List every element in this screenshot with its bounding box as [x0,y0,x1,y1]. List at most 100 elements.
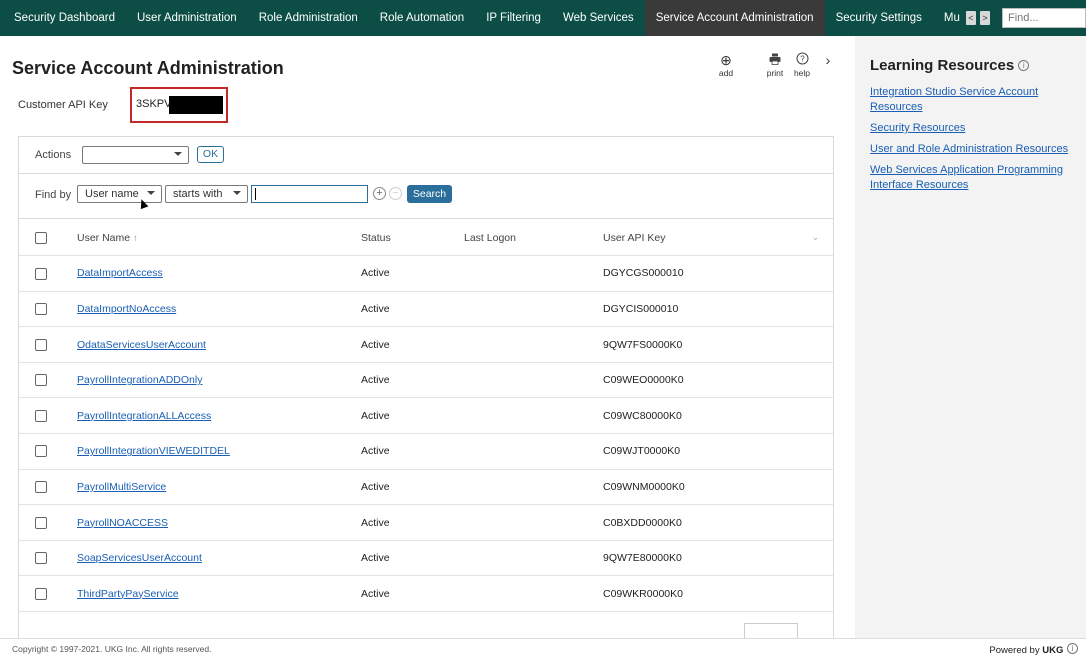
row-checkbox[interactable] [35,409,47,422]
tab-web-services[interactable]: Web Services [552,0,645,36]
user-name-link[interactable]: PayrollIntegrationVIEWEDITDEL [77,445,230,457]
learning-resources-title-text: Learning Resources [870,57,1015,74]
row-checkbox[interactable] [35,338,47,351]
nav-prev-button[interactable]: < [965,11,976,25]
tab-role-administration[interactable]: Role Administration [248,0,369,36]
row-checkbox[interactable] [35,303,47,316]
row-select-cell [19,362,57,399]
user-name-link[interactable]: OdataServicesUserAccount [77,339,206,351]
row-checkbox[interactable] [35,267,47,280]
help-button[interactable]: ? help [790,52,814,78]
user-name-cell: DataImportNoAccess [57,291,361,328]
user-name-link[interactable]: DataImportAccess [77,267,163,279]
tab-user-administration[interactable]: User Administration [126,0,248,36]
select-all-cell [19,220,57,257]
user-name-link[interactable]: PayrollIntegrationADDOnly [77,374,202,386]
user-name-link[interactable]: PayrollIntegrationALLAccess [77,410,211,422]
status-cell: Active [361,504,464,541]
column-menu-icon[interactable]: ⌄ [811,232,819,243]
col-status[interactable]: Status [361,220,464,257]
page-title: Service Account Administration [12,58,284,78]
tab-mu[interactable]: Mu [933,0,962,36]
pager-box[interactable] [744,623,798,639]
find-by-row: Find by User name starts with + − Search [19,175,833,219]
add-button[interactable]: ⊕ add [716,52,736,78]
chevron-down-icon [233,191,241,195]
nav-next-button[interactable]: > [979,11,990,25]
tab-ip-filtering[interactable]: IP Filtering [475,0,552,36]
last-logon-cell [464,540,603,577]
print-button[interactable]: print [758,52,792,78]
user-name-link[interactable]: SoapServicesUserAccount [77,552,202,564]
find-by-label: Find by [35,189,72,201]
user-name-link[interactable]: PayrollNOACCESS [77,517,168,529]
actions-select[interactable] [82,146,189,164]
col-user-name[interactable]: User Name ↑ [57,220,361,257]
last-logon-cell [464,326,603,363]
col-last-logon[interactable]: Last Logon [464,220,603,257]
powered-by-brand: UKG [1042,645,1064,656]
link-web-services-api-resources[interactable]: Web Services Application Programming Int… [870,163,1076,193]
user-name-cell: OdataServicesUserAccount [57,326,361,363]
tab-security-settings[interactable]: Security Settings [825,0,933,36]
find-input[interactable] [1001,8,1086,28]
accounts-panel: Actions OK Find by User name starts with… [18,136,834,639]
user-name-link[interactable]: ThirdPartyPayService [77,588,179,600]
row-select-cell [19,540,57,577]
tab-role-automation[interactable]: Role Automation [369,0,475,36]
col-user-api-key[interactable]: User API Key ⌄ [603,220,833,257]
printer-icon [758,52,792,68]
collapse-sidebar-button[interactable]: › [822,52,834,68]
row-checkbox[interactable] [35,552,47,565]
select-all-checkbox[interactable] [35,231,47,244]
user-api-key-cell: DGYCGS000010 [603,255,833,292]
table-row: OdataServicesUserAccount Active 9QW7FS0000… [19,326,833,363]
chevron-down-icon [174,152,182,156]
find-value-input[interactable] [251,185,368,203]
actions-label: Actions [35,149,72,161]
link-integration-studio-resources[interactable]: Integration Studio Service Account Resou… [870,85,1076,115]
info-icon[interactable]: i [1018,60,1030,71]
table-row: PayrollIntegrationVIEWEDITDEL Active C09WJ… [19,433,833,470]
add-circle-icon: ⊕ [720,52,732,68]
table-row: PayrollMultiService Active C09WNM0000K0 [19,469,833,506]
remove-criteria-icon[interactable]: − [389,187,402,200]
user-name-link[interactable]: PayrollMultiService [77,481,166,493]
row-checkbox[interactable] [35,445,47,458]
find-operator-value: starts with [173,188,223,200]
last-logon-cell [464,397,603,435]
powered-by: Powered by UKG i [989,643,1078,656]
add-criteria-icon[interactable]: + [373,187,386,200]
table-row: PayrollIntegrationADDOnly Active C09WEO000… [19,362,833,399]
last-logon-cell [464,291,603,328]
last-logon-cell [464,255,603,292]
help-label: help [793,68,811,78]
learning-resources-title: Learning Resources i [870,57,1030,74]
svg-text:?: ? [800,55,805,64]
row-checkbox[interactable] [35,516,47,529]
search-button[interactable]: Search [407,185,452,203]
user-api-key-cell: C09WKR0000K0 [603,575,833,613]
ok-button[interactable]: OK [197,146,224,163]
info-icon[interactable]: i [1067,643,1078,654]
row-checkbox[interactable] [35,481,47,494]
add-label: add [718,68,734,78]
user-name-cell: ThirdPartyPayService [57,575,361,613]
user-api-key-cell: C09WNM0000K0 [603,469,833,506]
table-row: PayrollNOACCESS Active C0BXDD0000K0 [19,504,833,541]
link-security-resources[interactable]: Security Resources [870,121,1076,136]
row-select-cell [19,291,57,328]
table-row: PayrollIntegrationALLAccess Active C09WC80… [19,397,833,435]
table-row: ThirdPartyPayService Active C09WKR0000K0 [19,575,833,613]
find-field-select[interactable]: User name [77,185,162,203]
main-content: Service Account Administration ⊕ add pri… [0,36,855,639]
tab-service-account-administration[interactable]: Service Account Administration [644,0,825,36]
row-checkbox[interactable] [35,587,47,600]
link-user-role-admin-resources[interactable]: User and Role Administration Resources [870,142,1076,157]
user-name-link[interactable]: DataImportNoAccess [77,303,176,315]
find-operator-select[interactable]: starts with [165,185,248,203]
user-name-cell: SoapServicesUserAccount [57,540,361,577]
tab-security-dashboard[interactable]: Security Dashboard [0,0,126,36]
last-logon-cell [464,433,603,470]
row-checkbox[interactable] [35,374,47,387]
